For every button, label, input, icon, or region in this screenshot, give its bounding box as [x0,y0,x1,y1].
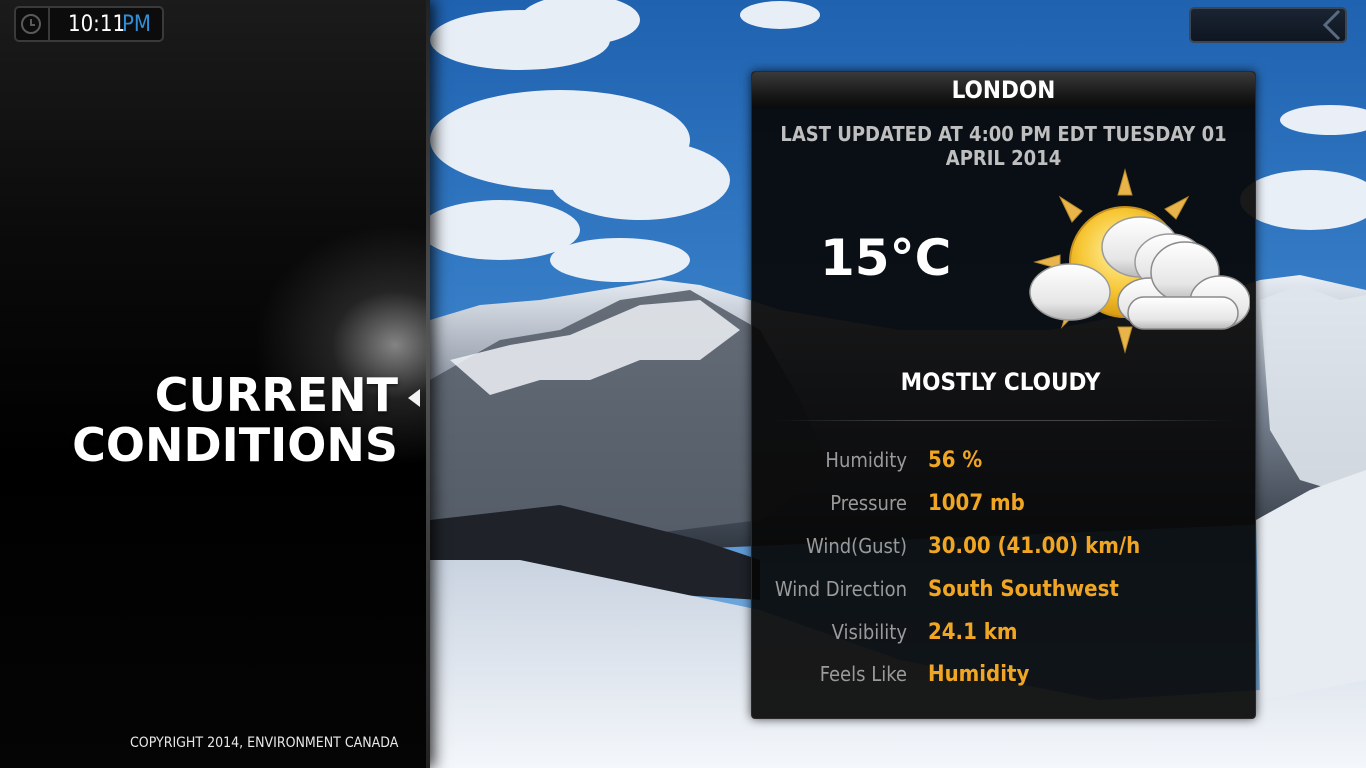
last-updated: LAST UPDATED AT 4:00 PM EDT TUESDAY 01 A… [780,122,1227,170]
clock-ampm: PM [122,12,152,37]
copyright-text: COPYRIGHT 2014, ENVIRONMENT CANADA [130,735,399,751]
detail-label: Feels Like [819,662,907,686]
chevron-left-icon [1322,9,1341,41]
weather-card: LONDON LAST UPDATED AT 4:00 PM EDT TUESD… [751,71,1256,719]
detail-row-feels-like: Feels Like Humidity [752,662,1255,692]
section-title-line2: CONDITIONS [72,418,398,472]
detail-value: South Southwest [928,577,1119,602]
card-divider [774,420,1234,421]
detail-row-visibility: Visibility 24.1 km [752,620,1255,650]
detail-label: Humidity [825,448,907,472]
detail-label: Wind Direction [774,577,907,601]
clock-divider [48,8,50,40]
section-title: CURRENT CONDITIONS [72,370,398,470]
condition-text: MOSTLY CLOUDY [900,368,1101,396]
detail-value: Humidity [928,662,1030,687]
detail-row-pressure: Pressure 1007 mb [752,491,1255,521]
card-header: LONDON [752,72,1255,108]
detail-row-wind-direction: Wind Direction South Southwest [752,577,1255,607]
detail-value: 24.1 km [928,620,1018,645]
detail-label: Visibility [831,620,907,644]
panel-edge [426,0,430,768]
current-temperature: 15°C [820,229,952,287]
city-name: LONDON [951,76,1056,104]
detail-label: Pressure [830,491,907,515]
detail-label: Wind(Gust) [805,534,907,558]
partly-cloudy-sun-icon [1029,168,1250,354]
back-button[interactable] [1189,7,1347,43]
detail-value: 30.00 (41.00) km/h [928,534,1141,559]
detail-row-wind-gust: Wind(Gust) 30.00 (41.00) km/h [752,534,1255,564]
section-title-line1: CURRENT [154,368,398,422]
clock-icon [21,14,41,34]
clock-widget: 10:11 PM [14,6,164,42]
section-pointer-arrow [408,389,420,407]
detail-value: 1007 mb [928,491,1025,516]
detail-row-humidity: Humidity 56 % [752,448,1255,478]
detail-value: 56 % [928,448,983,473]
clock-time: 10:11 [68,12,126,37]
